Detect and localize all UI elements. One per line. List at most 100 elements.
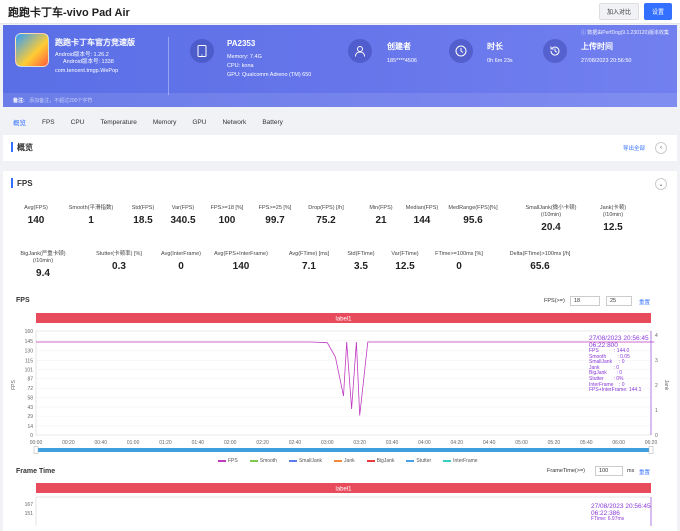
- frametime-threshold-input[interactable]: 100: [595, 466, 623, 476]
- fps-reset-link[interactable]: 重置: [639, 298, 650, 306]
- tab-temperature[interactable]: Temperature: [100, 119, 137, 126]
- device-name: PA2353: [227, 39, 256, 48]
- x-tick-label: 05:40: [580, 440, 593, 446]
- y2-axis-label: Jank: [663, 380, 669, 391]
- tab-gpu[interactable]: GPU: [192, 119, 206, 126]
- collapse-icon[interactable]: ‹: [655, 142, 667, 154]
- device-memory: Memory: 7.4G: [227, 54, 262, 60]
- label-bar-text: label1: [335, 487, 352, 493]
- stat-item: Jank(卡顿) (/10min) 12.5: [573, 205, 653, 233]
- window-title: 跑跑卡丁车-vivo Pad Air: [8, 6, 130, 19]
- tab-network[interactable]: Network: [222, 119, 246, 126]
- frametime-chart[interactable]: label1 167 151: [3, 481, 677, 526]
- tooltip-date: 27/08/2023 20:56:45: [589, 335, 649, 342]
- y2-tick-label: 2: [655, 383, 658, 389]
- x-tick-label: 02:40: [289, 440, 302, 446]
- summary-banner: ⓘ 数据由PerfDog(9.1.230120)版本收集 跑跑卡丁车官方竞速版 …: [3, 25, 677, 107]
- tab-memory[interactable]: Memory: [153, 119, 176, 126]
- upload-label: 上传时间: [581, 42, 613, 51]
- y-tick-label: 43: [27, 405, 33, 411]
- clock-icon: [449, 39, 473, 63]
- app-icon: [15, 33, 49, 67]
- expand-icon[interactable]: ⌄: [655, 178, 667, 190]
- package-name: com.tencent.tmgp.WePop: [55, 68, 119, 74]
- fps-chart-title: FPS: [16, 297, 30, 304]
- y2-tick-label: 4: [655, 333, 658, 339]
- overview-title: 概览: [17, 142, 33, 152]
- stat-label: FTime>=100ms [%]: [435, 251, 483, 257]
- tab-fps[interactable]: FPS: [42, 119, 55, 126]
- compare-button[interactable]: 加入对比: [598, 3, 639, 20]
- x-tick-label: 04:20: [451, 440, 464, 446]
- tablet-icon: [190, 39, 214, 63]
- legend-bigjank[interactable]: BigJank: [366, 458, 394, 464]
- stat-label: MedRange(FPS)[%]: [448, 205, 498, 211]
- tab-bar: 概览 FPS CPU Temperature Memory GPU Networ…: [3, 114, 677, 130]
- legend-smooth[interactable]: Smooth: [249, 458, 277, 464]
- stat-value: 95.6: [463, 215, 483, 226]
- remark-bar[interactable]: 备注: 添加备注，不超过200个字符: [3, 93, 677, 107]
- x-tick-label: 03:40: [386, 440, 399, 446]
- x-tick-label: 01:40: [192, 440, 205, 446]
- duration-label: 时长: [487, 42, 503, 51]
- perfdog-version-note: ⓘ 数据由PerfDog(9.1.230120)版本收集: [580, 30, 669, 36]
- export-all-link[interactable]: 导出全部: [623, 144, 645, 152]
- device-cpu: CPU: kona: [227, 63, 254, 69]
- y-tick-label: 58: [27, 395, 33, 401]
- x-tick-label: 06:00: [612, 440, 625, 446]
- android-code: Android版本号: 1338: [63, 59, 114, 65]
- history-icon: [543, 39, 567, 63]
- label-bar-text: label1: [335, 317, 352, 323]
- x-tick-label: 01:20: [159, 440, 172, 446]
- stat-item: Delta(FTime)>100ms [/h] 65.6: [500, 251, 580, 272]
- frametime-unit: ms: [627, 468, 635, 474]
- legend-stutter[interactable]: Stutter: [406, 458, 431, 464]
- tab-battery[interactable]: Battery: [262, 119, 283, 126]
- frametime-tooltip: 27/08/2023 20:56:45 06:22:386 FTime: 6.9…: [591, 503, 651, 523]
- legend-fps[interactable]: FPS: [218, 458, 238, 464]
- stat-value: 12.5: [603, 222, 623, 233]
- x-tick-label: 04:40: [483, 440, 496, 446]
- legend-interframe[interactable]: InterFrame: [443, 458, 478, 464]
- y-tick-label: 0: [30, 433, 33, 439]
- time-range-scrollbar: [36, 448, 651, 452]
- y-tick-label: 87: [27, 376, 33, 382]
- remark-input[interactable]: 添加备注，不超过200个字符: [29, 98, 92, 104]
- duration-value: 0h 6m 23s: [487, 58, 513, 64]
- x-tick-label: 02:00: [224, 440, 237, 446]
- y-axis-label: FPS: [11, 379, 17, 389]
- fps-chart[interactable]: label10142943587287101115130145160FPS012…: [3, 311, 677, 456]
- fps-threshold-1-input[interactable]: 18: [570, 296, 600, 306]
- stat-value: 9.4: [36, 268, 50, 279]
- tooltip2-row: FTime: 6.97ms: [591, 516, 625, 522]
- plot-area: [35, 496, 652, 526]
- y-tick-label: 151: [25, 511, 34, 517]
- frametime-reset-link[interactable]: 重置: [639, 468, 650, 476]
- settings-button[interactable]: 设置: [643, 3, 672, 20]
- tab-overview[interactable]: 概览: [13, 117, 26, 127]
- upload-value: 27/08/2023 20:56:50: [581, 58, 632, 64]
- remark-label: 备注:: [13, 98, 25, 104]
- plot-area: [35, 330, 652, 436]
- x-tick-label: 00:20: [62, 440, 75, 446]
- fps-series-line: [36, 341, 655, 416]
- fps-section-title: FPS: [17, 178, 33, 188]
- stat-label: Delta(FTime)>100ms [/h]: [509, 251, 571, 257]
- x-tick-label: 02:20: [256, 440, 269, 446]
- stat-value: 65.6: [530, 261, 550, 272]
- device-gpu: GPU: Qualcomm Adreno (TM) 650: [227, 72, 312, 78]
- y-tick-label: 72: [27, 386, 33, 392]
- tooltip-row: FPS+InterFrame: 144.1: [589, 387, 642, 394]
- x-tick-label: 05:00: [515, 440, 528, 446]
- user-icon: [348, 39, 372, 63]
- legend-smalljank[interactable]: SmallJank: [288, 458, 322, 464]
- legend-jank[interactable]: Jank: [334, 458, 355, 464]
- x-tick-label: 06:20: [645, 440, 658, 446]
- fps-threshold-2-input[interactable]: 25: [606, 296, 632, 306]
- stat-item: FTime>=100ms [%] 0: [419, 251, 499, 272]
- top-bar: 跑跑卡丁车-vivo Pad Air 加入对比 设置: [0, 0, 680, 24]
- fps-tooltip: 27/08/2023 20:56:45 06:22:800 FPS : 144.…: [589, 335, 649, 394]
- tab-cpu[interactable]: CPU: [71, 119, 85, 126]
- y-tick-label: 145: [25, 339, 34, 345]
- app-name: 跑跑卡丁车官方竞速版: [55, 38, 135, 47]
